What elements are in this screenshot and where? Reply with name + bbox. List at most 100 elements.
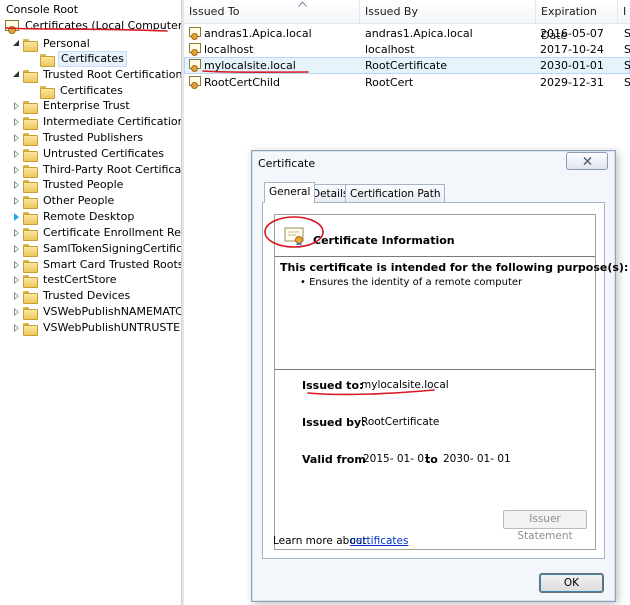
- table-row-selected[interactable]: mylocalsite.local RootCertificate 2030-0…: [184, 57, 630, 74]
- tree-item-label: Third-Party Root Certification: [43, 163, 181, 176]
- ok-button[interactable]: OK: [539, 573, 604, 593]
- tree-item-label: Enterprise Trust: [43, 99, 130, 112]
- collapsed-arrow-icon[interactable]: [12, 272, 22, 288]
- tree-item-saml-token-signing[interactable]: SamlTokenSigningCertificate!: [12, 241, 181, 257]
- column-header-intended-purposes[interactable]: I: [618, 0, 630, 24]
- column-header-expiration-date[interactable]: Expiration Date: [536, 0, 618, 42]
- cell-expiration-date: 2016-05-07: [540, 27, 604, 40]
- collapsed-arrow-icon[interactable]: [12, 320, 22, 336]
- tree-item-label: Smart Card Trusted Roots: [43, 258, 181, 271]
- folder-icon: [22, 242, 38, 257]
- collapsed-arrow-icon[interactable]: [12, 146, 22, 162]
- tree-item-label: Certificates: [60, 84, 123, 97]
- tree-item-label: Untrusted Certificates: [43, 147, 164, 160]
- tree-item-remote-desktop[interactable]: Remote Desktop: [12, 209, 136, 225]
- table-row[interactable]: andras1.Apica.local andras1.Apica.local …: [184, 25, 630, 42]
- column-header-issued-to[interactable]: Issued To: [184, 0, 360, 24]
- tree-item-label: VSWebPublishNAMEMATCH(: [43, 305, 181, 318]
- console-tree: Console Root Certificates (Local Compute…: [0, 0, 181, 605]
- tree-item-smart-card-roots[interactable]: Smart Card Trusted Roots: [12, 257, 181, 273]
- dialog-close-button[interactable]: [566, 152, 608, 170]
- certificate-icon: [188, 26, 202, 40]
- column-header-issued-by[interactable]: Issued By: [360, 0, 536, 24]
- tab-general[interactable]: General: [264, 182, 316, 203]
- expanded-arrow-icon[interactable]: [12, 36, 22, 52]
- collapsed-arrow-icon[interactable]: [12, 130, 22, 146]
- collapsed-arrow-icon[interactable]: [12, 162, 22, 178]
- valid-to-label: to: [425, 453, 438, 466]
- collapsed-arrow-icon[interactable]: [12, 225, 22, 241]
- folder-icon: [22, 273, 38, 288]
- folder-icon: [22, 178, 38, 193]
- tree-item-enterprise-trust[interactable]: Enterprise Trust: [12, 98, 132, 114]
- folder-icon: [22, 305, 38, 320]
- tree-item-personal-certificates[interactable]: Certificates: [39, 51, 127, 67]
- tree-item-trusted-devices[interactable]: Trusted Devices: [12, 288, 132, 304]
- tree-item-certificate-enrollment[interactable]: Certificate Enrollment Reques: [12, 225, 181, 241]
- folder-icon: [39, 52, 55, 67]
- collapsed-arrow-icon[interactable]: [12, 177, 22, 193]
- collapsed-arrow-icon[interactable]: [12, 241, 22, 257]
- expanded-arrow-icon[interactable]: [12, 67, 22, 83]
- issued-to-label: Issued to:: [302, 379, 364, 392]
- tree-item-label: Personal: [43, 37, 90, 50]
- tree-item-label: Intermediate Certification Aut: [43, 115, 181, 128]
- tree-item-trusted-root[interactable]: Trusted Root Certification Aut: [12, 67, 181, 83]
- tab-certification-path[interactable]: Certification Path: [345, 184, 446, 202]
- folder-icon: [22, 289, 38, 304]
- column-header-label: Issued To: [189, 5, 240, 18]
- purpose-heading: This certificate is intended for the fol…: [280, 261, 629, 274]
- table-row[interactable]: RootCertChild RootCert 2029-12-31 S: [184, 74, 630, 91]
- cell-expiration-date: 2017-10-24: [540, 43, 604, 56]
- tree-item-vswebpublish-namematch[interactable]: VSWebPublishNAMEMATCH(: [12, 304, 181, 320]
- folder-icon: [22, 321, 38, 336]
- collapsed-arrow-icon[interactable]: [12, 257, 22, 273]
- tree-item-label: SamlTokenSigningCertificate!: [43, 242, 181, 255]
- issuer-statement-button[interactable]: Issuer Statement: [503, 510, 587, 542]
- certificates-help-link[interactable]: certificates: [350, 535, 408, 547]
- issued-by-label: Issued by:: [302, 416, 366, 429]
- table-row[interactable]: localhost localhost 2017-10-24 S: [184, 41, 630, 58]
- folder-icon: [22, 131, 38, 146]
- collapsed-arrow-icon[interactable]: [12, 98, 22, 114]
- collapsed-arrow-icon[interactable]: [12, 304, 22, 320]
- collapsed-arrow-icon[interactable]: [12, 193, 22, 209]
- tree-item-other-people[interactable]: Other People: [12, 193, 116, 209]
- cell-issued-to: RootCertChild: [204, 76, 280, 89]
- tree-item-trusted-people[interactable]: Trusted People: [12, 177, 125, 193]
- column-header-label: I: [623, 5, 627, 18]
- tree-item-untrusted-certificates[interactable]: Untrusted Certificates: [12, 146, 166, 162]
- folder-icon: [22, 147, 38, 162]
- tree-item-label: testCertStore: [43, 273, 117, 286]
- folder-icon: [22, 37, 38, 52]
- tree-item-trusted-publishers[interactable]: Trusted Publishers: [12, 130, 145, 146]
- tree-item-vswebpublish-untrusted[interactable]: VSWebPublishUNTRUSTEDRO: [12, 320, 181, 336]
- tree-item-console-root[interactable]: Console Root: [2, 2, 80, 18]
- tree-item-test-cert-store[interactable]: testCertStore: [12, 272, 118, 288]
- tab-label: Certification Path: [350, 188, 441, 200]
- cell-expiration-date: 2029-12-31: [540, 76, 604, 89]
- folder-icon: [22, 194, 38, 209]
- tree-item-intermediate-ca[interactable]: Intermediate Certification Aut: [12, 114, 181, 130]
- cell-intended-purposes: S: [624, 27, 630, 40]
- tree-item-trusted-root-certificates[interactable]: Certificates: [39, 83, 125, 99]
- general-tab-panel: Certificate Information This certificate…: [262, 202, 628, 559]
- cell-issued-to: localhost: [204, 43, 254, 56]
- cell-expiration-date: 2030-01-01: [540, 59, 604, 72]
- cell-issued-by: andras1.Apica.local: [365, 27, 473, 40]
- dialog-title: Certificate: [258, 157, 316, 170]
- folder-icon: [22, 99, 38, 114]
- tab-label: Details: [312, 188, 349, 200]
- cell-issued-to: mylocalsite.local: [204, 59, 296, 72]
- tree-item-third-party-root[interactable]: Third-Party Root Certification: [12, 162, 181, 178]
- tree-item-personal[interactable]: Personal: [12, 36, 92, 52]
- cell-issued-by: localhost: [365, 43, 415, 56]
- valid-from-value: 2015- 01- 01: [363, 453, 431, 465]
- tree-item-certificates-local-computer[interactable]: Certificates (Local Computer): [4, 18, 181, 34]
- collapsed-arrow-icon[interactable]: [12, 288, 22, 304]
- collapsed-arrow-icon[interactable]: [12, 209, 22, 225]
- collapsed-arrow-icon[interactable]: [12, 114, 22, 130]
- tree-item-label: Remote Desktop: [43, 210, 135, 223]
- divider: [275, 256, 595, 257]
- folder-icon: [22, 210, 38, 225]
